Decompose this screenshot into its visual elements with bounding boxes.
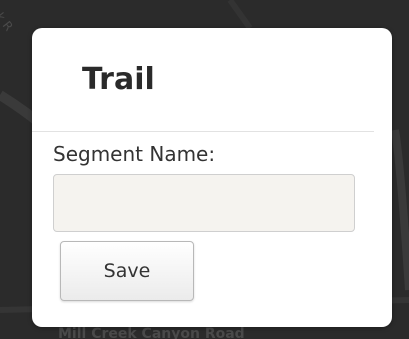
- map-road-label: Mill Creek Canyon Road: [58, 326, 245, 339]
- dialog-title: Trail: [82, 62, 155, 97]
- save-button[interactable]: Save: [60, 241, 194, 301]
- title-divider: [32, 131, 374, 132]
- trail-dialog: Trail Segment Name: Save: [32, 28, 392, 327]
- segment-name-input[interactable]: [53, 174, 355, 232]
- segment-name-label: Segment Name:: [53, 142, 216, 166]
